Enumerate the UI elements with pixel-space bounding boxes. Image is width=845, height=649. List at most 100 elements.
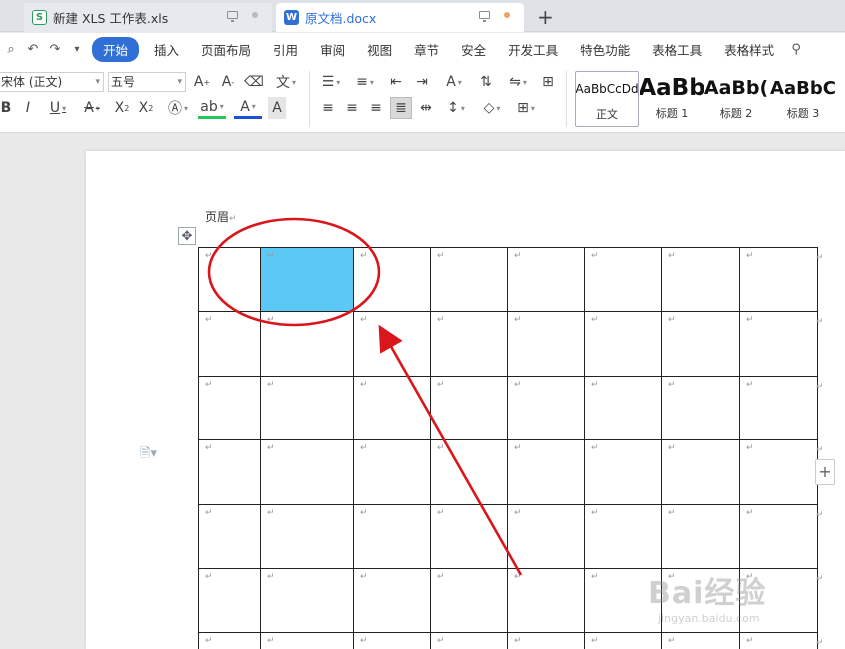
shading-fill-icon[interactable]: ◇ ▾ xyxy=(478,97,506,119)
table-cell[interactable]: ↵ xyxy=(430,376,508,440)
table-cell[interactable]: ↵ xyxy=(198,311,261,377)
table-cell[interactable]: ↵ xyxy=(661,439,740,505)
menu-features[interactable]: 特色功能 xyxy=(569,40,641,59)
new-tab-plus-icon[interactable]: + xyxy=(537,5,554,29)
monitor-icon[interactable] xyxy=(479,11,490,22)
table-cell[interactable]: ↵ xyxy=(353,311,431,377)
table-cell[interactable]: ↵ xyxy=(739,439,818,505)
increase-indent-icon[interactable]: ⇥ xyxy=(412,71,432,93)
italic-icon[interactable]: I xyxy=(20,97,36,119)
table-cell[interactable]: ↵ xyxy=(353,632,431,649)
table-cell[interactable]: ↵ xyxy=(353,439,431,505)
table-move-handle-icon[interactable]: ✥ xyxy=(178,227,196,245)
add-row-plus-button[interactable]: + xyxy=(815,459,835,485)
underline-icon[interactable]: U ▾ xyxy=(44,97,72,119)
table-cell[interactable]: ↵ xyxy=(353,247,431,312)
table-cell[interactable]: ↵ xyxy=(661,247,740,312)
table-cell[interactable]: ↵ xyxy=(353,568,431,633)
justify-icon[interactable]: ≣ xyxy=(390,97,412,119)
table-cell[interactable]: ↵ xyxy=(739,504,818,569)
text-effect-icon[interactable]: Ⓐ ▾ xyxy=(164,97,192,119)
borders-icon[interactable]: ⊞ ▾ xyxy=(512,97,540,119)
menu-table-tools[interactable]: 表格工具 xyxy=(641,40,713,59)
redo-icon[interactable]: ↷ xyxy=(44,42,66,57)
superscript-icon[interactable]: X2 xyxy=(112,97,132,119)
table-cell[interactable]: ↵ xyxy=(507,568,585,633)
close-dot-icon[interactable] xyxy=(252,12,258,18)
line-spacing-icon[interactable]: ↕ ▾ xyxy=(442,97,470,119)
table-cell[interactable]: ↵ xyxy=(507,247,585,312)
decrease-indent-icon[interactable]: ⇤ xyxy=(386,71,406,93)
font-color-icon[interactable]: A ▾ xyxy=(234,97,262,119)
table-cell[interactable]: ↵ xyxy=(198,376,261,440)
para-spacing-icon[interactable]: ⇋ ▾ xyxy=(504,71,532,93)
menu-page-layout[interactable]: 页面布局 xyxy=(190,40,262,59)
table-grid-icon[interactable]: ⊞ xyxy=(538,71,558,93)
menu-view[interactable]: 视图 xyxy=(356,40,403,59)
print-preview-icon[interactable]: ⌕ xyxy=(0,42,22,57)
menu-chapter[interactable]: 章节 xyxy=(403,40,450,59)
table-cell[interactable]: ↵ xyxy=(260,504,354,569)
table-cell[interactable]: ↵ xyxy=(661,376,740,440)
monitor-icon[interactable] xyxy=(227,11,238,22)
table-cell[interactable]: ↵ xyxy=(260,376,354,440)
table-cell[interactable]: ↵ xyxy=(260,632,354,649)
style-heading-3[interactable]: AaBbC 标题 3 xyxy=(768,71,838,127)
menu-security[interactable]: 安全 xyxy=(450,40,497,59)
table-cell[interactable]: ↵ xyxy=(430,247,508,312)
table-cell[interactable]: ↵ xyxy=(430,439,508,505)
table-cell[interactable]: ↵ xyxy=(584,439,662,505)
table-cell[interactable]: ↵ xyxy=(353,376,431,440)
table-cell[interactable]: ↵ xyxy=(584,504,662,569)
align-center-icon[interactable]: ≡ xyxy=(342,97,362,119)
align-left-icon[interactable]: ≡ xyxy=(318,97,338,119)
text-direction-icon[interactable]: A ▾ xyxy=(440,71,468,93)
table-cell[interactable]: ↵ xyxy=(661,311,740,377)
search-icon[interactable]: ⚲ xyxy=(785,42,807,57)
tab-docx-file[interactable]: W 原文档.docx xyxy=(276,3,524,32)
table-cell[interactable]: ↵ xyxy=(584,376,662,440)
font-name-select[interactable]: 宋体 (正文) ▾ xyxy=(0,72,104,92)
menu-review[interactable]: 审阅 xyxy=(309,40,356,59)
table-cell[interactable]: ↵ xyxy=(584,311,662,377)
table-cell[interactable]: ↵ xyxy=(260,439,354,505)
table-cell[interactable]: ↵ xyxy=(353,504,431,569)
table-cell[interactable]: ↵ xyxy=(507,504,585,569)
table-cell[interactable]: ↵ xyxy=(198,632,261,649)
table-cell[interactable]: ↵ xyxy=(198,568,261,633)
tab-xls-file[interactable]: S 新建 XLS 工作表.xls xyxy=(24,3,272,32)
undo-icon[interactable]: ↶ xyxy=(22,42,44,57)
style-heading-2[interactable]: AaBb( 标题 2 xyxy=(704,71,768,127)
table-cell[interactable]: ↵ xyxy=(584,247,662,312)
highlight-icon[interactable]: ab ▾ xyxy=(198,97,226,119)
font-size-select[interactable]: 五号 ▾ xyxy=(108,72,186,92)
sort-icon[interactable]: ⇅ xyxy=(476,71,496,93)
table-cell[interactable]: ↵ xyxy=(198,504,261,569)
table-cell[interactable]: ↵ xyxy=(430,311,508,377)
bold-icon[interactable]: B xyxy=(0,97,14,119)
table-cell[interactable]: ↵ xyxy=(661,504,740,569)
table-cell[interactable]: ↵ xyxy=(739,247,818,312)
distribute-icon[interactable]: ⇹ xyxy=(416,97,436,119)
menu-table-style[interactable]: 表格样式 xyxy=(713,40,785,59)
table-cell[interactable]: ↵ xyxy=(198,439,261,505)
table-cell[interactable]: ↵ xyxy=(507,632,585,649)
table-cell[interactable]: ↵ xyxy=(739,376,818,440)
document-side-icon[interactable]: 🗎▾ xyxy=(140,444,157,466)
table-cell[interactable]: ↵ xyxy=(584,632,662,649)
shrink-font-icon[interactable]: A- xyxy=(218,71,238,93)
table-cell[interactable]: ↵ xyxy=(507,311,585,377)
subscript-icon[interactable]: X2 xyxy=(136,97,156,119)
numbering-icon[interactable]: ≡ ▾ xyxy=(352,71,378,93)
menu-developer[interactable]: 开发工具 xyxy=(497,40,569,59)
table-cell[interactable]: ↵ xyxy=(260,568,354,633)
menu-start[interactable]: 开始 xyxy=(92,36,140,62)
style-heading-1[interactable]: AaBb 标题 1 xyxy=(640,71,704,127)
table-cell[interactable]: ↵ xyxy=(430,504,508,569)
clear-format-icon[interactable]: ⌫ xyxy=(244,71,264,93)
menu-insert[interactable]: 插入 xyxy=(143,40,190,59)
align-right-icon[interactable]: ≡ xyxy=(366,97,386,119)
phonetic-guide-icon[interactable]: 文 ▾ xyxy=(272,71,300,93)
grow-font-icon[interactable]: A + xyxy=(192,71,212,93)
style-normal[interactable]: AaBbCcDd 正文 xyxy=(575,71,639,127)
